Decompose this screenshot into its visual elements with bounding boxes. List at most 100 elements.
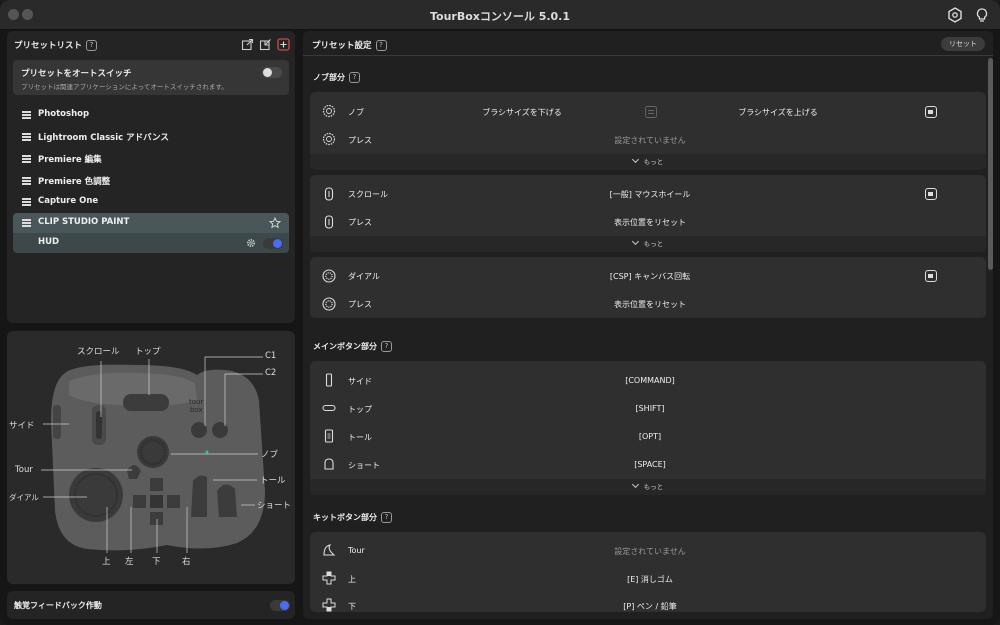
top-button-icon	[322, 404, 336, 412]
main-row-value[interactable]: [SHIFT]	[635, 404, 664, 413]
label-c2: C2	[265, 368, 277, 378]
preset-settings-title-wrap: プリセット設定?	[312, 39, 387, 51]
haptic-feedback-row: 触覚フィードバック作動	[7, 591, 295, 619]
label-c1: C1	[265, 351, 277, 361]
preset-list-header: プリセットリスト?	[14, 39, 98, 51]
haptic-toggle[interactable]	[270, 600, 290, 611]
dial-name: ダイアル	[348, 272, 380, 281]
help-icon[interactable]: ?	[381, 341, 392, 352]
tall-button-icon	[324, 429, 334, 443]
drag-handle-icon[interactable]	[22, 111, 31, 119]
star-icon[interactable]	[269, 217, 281, 229]
main-row-name: ショート	[348, 461, 380, 470]
label-dial: ダイアル	[9, 493, 39, 502]
dpad-up-icon	[322, 571, 336, 585]
knob-right-value[interactable]: ブラシサイズを上げる	[738, 107, 818, 118]
kit-row-value[interactable]: [P] ペン / 鉛筆	[623, 601, 676, 612]
dial-press-value[interactable]: 表示位置をリセット	[614, 299, 686, 310]
main-row-value[interactable]: [COMMAND]	[625, 376, 675, 385]
more-button[interactable]: もっと	[310, 154, 986, 170]
dial-press-icon	[322, 297, 336, 311]
import-icon[interactable]	[259, 38, 272, 51]
edit-combo-icon[interactable]	[925, 270, 937, 282]
main-section-title: メインボタン部分	[313, 342, 377, 351]
device-diagram-panel: tour box スクロール トップ C1 C2 サイド ノブ Tour トール…	[7, 331, 295, 584]
preset-settings-title: プリセット設定	[312, 41, 372, 51]
chevron-down-icon	[631, 480, 639, 489]
main-row-name: トップ	[348, 405, 372, 414]
scroll-icon	[324, 187, 334, 201]
svg-text:box: box	[190, 406, 203, 414]
main-section-header: メインボタン部分?	[313, 341, 392, 352]
knob-press-value[interactable]: 設定されていません	[614, 135, 686, 146]
more-button[interactable]: もっと	[310, 479, 986, 495]
help-icon[interactable]: ?	[375, 40, 387, 51]
help-icon[interactable]: ?	[349, 72, 360, 83]
preset-name: Premiere 色調整	[38, 177, 111, 187]
knob-left-value[interactable]: ブラシサイズを下げる	[482, 107, 562, 118]
side-button-icon	[325, 373, 333, 387]
preset-item[interactable]: Capture One	[13, 192, 289, 212]
drag-handle-icon[interactable]	[22, 219, 31, 227]
auto-switch-description: プリセットは関連アプリケーションによってオートスイッチされます。	[21, 83, 228, 91]
help-icon[interactable]: ?	[86, 40, 98, 51]
kit-row-value[interactable]: 設定されていません	[614, 546, 686, 557]
lightbulb-icon[interactable]	[973, 6, 991, 24]
knob-press-name: プレス	[348, 136, 372, 145]
main-row-name: トール	[348, 433, 372, 442]
hud-label: HUD	[38, 237, 60, 247]
help-icon[interactable]: ?	[381, 512, 392, 523]
preset-name: CLIP STUDIO PAINT	[38, 217, 130, 227]
swap-icon[interactable]	[645, 106, 657, 118]
more-button[interactable]: もっと	[310, 236, 986, 252]
scroll-press-value[interactable]: 表示位置をリセット	[614, 217, 686, 228]
main-row-value[interactable]: [SPACE]	[634, 460, 666, 469]
toggle-knob	[280, 601, 289, 610]
preset-item[interactable]: Photoshop	[13, 105, 289, 125]
drag-handle-icon[interactable]	[22, 198, 31, 206]
edit-combo-icon[interactable]	[925, 188, 937, 200]
label-side: サイド	[9, 421, 35, 431]
tour-button-icon	[323, 544, 336, 556]
add-preset-icon[interactable]	[277, 38, 290, 51]
window-title: TourBoxコンソール 5.0.1	[429, 10, 571, 23]
label-tall: トール	[260, 476, 286, 486]
preset-item[interactable]: Premiere 色調整	[13, 171, 289, 191]
dpad-down-icon	[322, 598, 336, 612]
reset-button[interactable]: リセット	[941, 37, 985, 51]
preset-item[interactable]: Lightroom Classic アドバンス	[13, 127, 289, 147]
toggle-knob	[263, 68, 272, 77]
knob-name: ノブ	[348, 108, 364, 117]
app-window: TourBoxコンソール 5.0.1 プリセットリスト? プリセットをオートスイ…	[0, 0, 1000, 625]
settings-hexagon-icon[interactable]	[946, 6, 964, 24]
hud-toggle[interactable]	[263, 238, 283, 249]
main-row-value[interactable]: [OPT]	[639, 432, 661, 441]
preset-name: Premiere 編集	[38, 155, 102, 165]
more-label: もっと	[643, 240, 664, 248]
edit-combo-icon[interactable]	[925, 106, 937, 118]
scroll-name: スクロール	[348, 190, 388, 199]
chevron-down-icon	[631, 237, 639, 246]
preset-item-selected[interactable]: CLIP STUDIO PAINT	[13, 213, 289, 233]
label-short: ショート	[257, 501, 292, 511]
drag-handle-icon[interactable]	[22, 155, 31, 163]
dial-card: ダイアル [CSP] キャンバス回転 プレス 表示位置をリセット	[310, 257, 986, 318]
label-up: 上	[102, 557, 111, 567]
scroll-value[interactable]: [一般] マウスホイール	[610, 189, 691, 200]
knob-section-title: ノブ部分	[313, 73, 345, 82]
svg-text:tour: tour	[189, 398, 203, 406]
preset-item[interactable]: Premiere 編集	[13, 149, 289, 169]
knob-icon	[322, 104, 336, 118]
export-icon[interactable]	[241, 38, 254, 51]
dial-press-name: プレス	[348, 300, 372, 309]
drag-handle-icon[interactable]	[22, 133, 31, 141]
hud-item[interactable]: HUD	[13, 233, 289, 253]
auto-switch-toggle[interactable]	[262, 67, 282, 78]
scrollbar[interactable]	[988, 58, 993, 270]
drag-handle-icon[interactable]	[22, 177, 31, 185]
dial-value[interactable]: [CSP] キャンバス回転	[610, 271, 690, 282]
preset-name: Photoshop	[38, 109, 90, 119]
kit-row-value[interactable]: [E] 消しゴム	[627, 574, 673, 585]
chevron-down-icon	[631, 155, 639, 164]
gear-icon[interactable]	[246, 238, 256, 248]
